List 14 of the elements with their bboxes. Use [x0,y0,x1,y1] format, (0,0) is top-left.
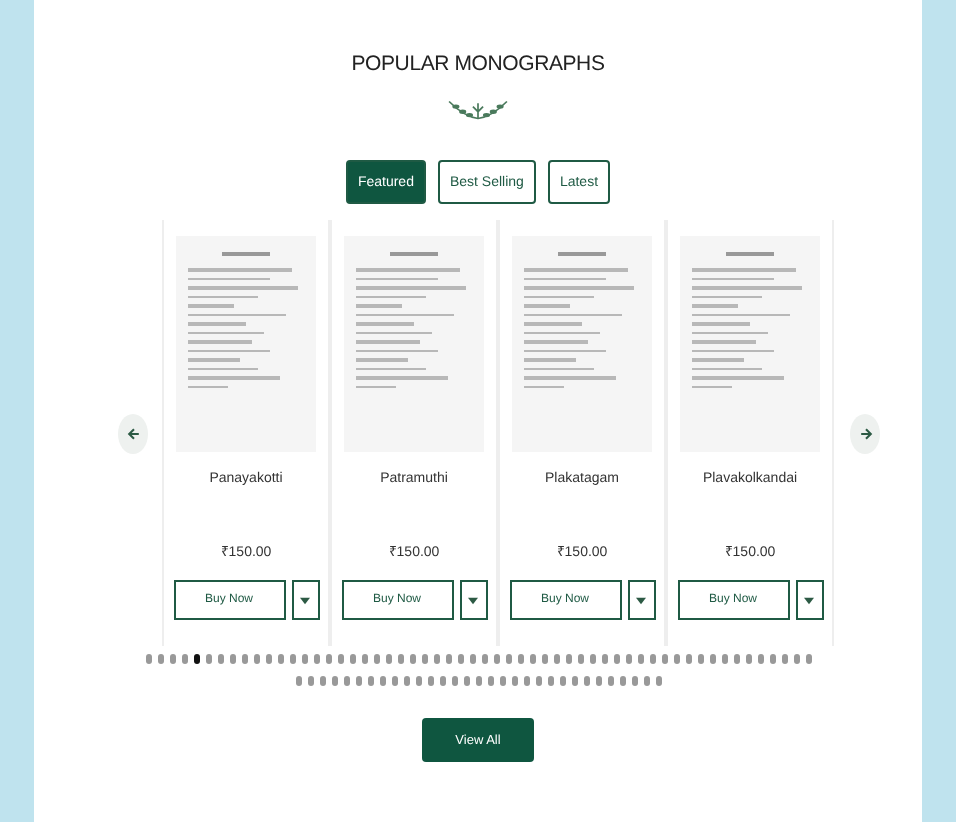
caret-down-icon [804,595,814,605]
caret-down-icon [468,595,478,605]
dropdown-button[interactable] [291,580,319,620]
left-arrow-icon [125,425,141,441]
dropdown-button[interactable] [795,580,823,620]
laurel-ornament-icon [444,96,512,124]
section-title: POPULAR MONOGRAPHS [351,52,605,76]
dropdown-button[interactable] [459,580,487,620]
previous-arrow-button[interactable] [118,413,148,453]
right-arrow-icon [857,425,873,441]
next-arrow-button[interactable] [850,413,880,453]
caret-down-icon [636,595,646,605]
caret-down-icon [300,595,310,605]
dropdown-button[interactable] [627,580,655,620]
